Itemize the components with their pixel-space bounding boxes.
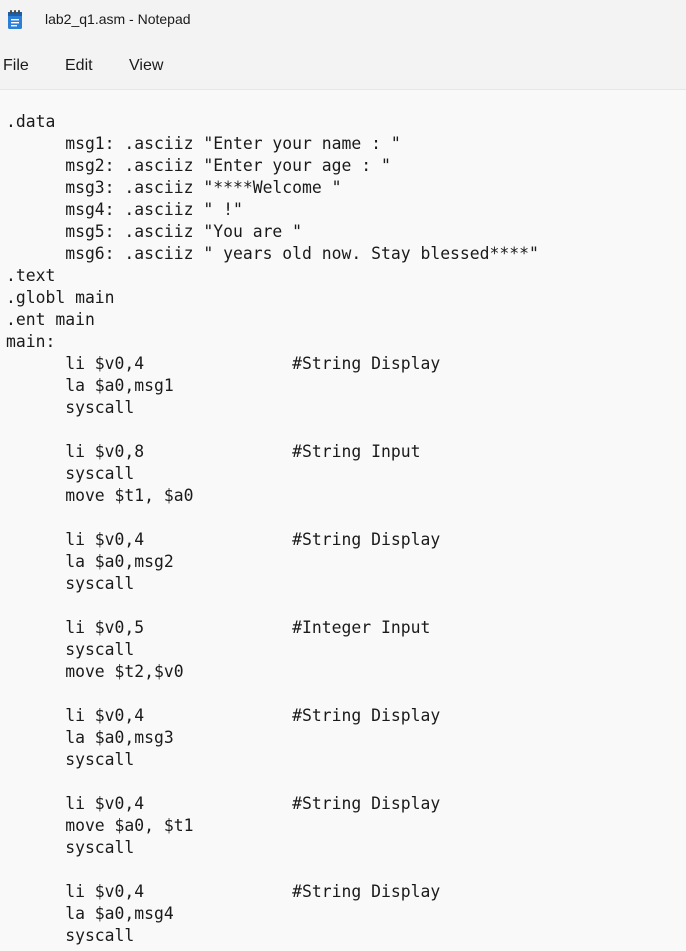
notepad-window: lab2_q1.asm - Notepad File Edit View .da… [0, 0, 686, 951]
text-editor[interactable]: .data msg1: .asciiz "Enter your name : "… [0, 90, 686, 951]
menu-file[interactable]: File [3, 57, 29, 75]
code-line: msg6: .asciiz " years old now. Stay bles… [6, 244, 539, 263]
editor-text: .data msg1: .asciiz "Enter your name : "… [6, 111, 539, 947]
code-line: move $a0, $t1 [6, 816, 194, 835]
code-line: msg4: .asciiz " !" [6, 200, 243, 219]
code-line: la $a0,msg2 [6, 552, 174, 571]
code-line: li $v0,4 #String Display [6, 354, 441, 373]
code-line: move $t1, $a0 [6, 486, 194, 505]
code-line: syscall [6, 574, 135, 593]
code-line: .ent main [6, 310, 95, 329]
code-line: li $v0,5 #Integer Input [6, 618, 431, 637]
menu-edit[interactable]: Edit [65, 57, 93, 75]
code-line: syscall [6, 750, 135, 769]
code-line: la $a0,msg4 [6, 904, 174, 923]
code-line: syscall [6, 640, 135, 659]
code-line: syscall [6, 926, 135, 945]
code-line: syscall [6, 398, 135, 417]
code-line: la $a0,msg3 [6, 728, 174, 747]
title-bar[interactable]: lab2_q1.asm - Notepad [0, 0, 686, 42]
code-line: li $v0,4 #String Display [6, 794, 441, 813]
code-line: li $v0,4 #String Display [6, 706, 441, 725]
code-line: li $v0,4 #String Display [6, 882, 441, 901]
code-line: li $v0,8 #String Input [6, 442, 421, 461]
code-line: msg2: .asciiz "Enter your age : " [6, 156, 391, 175]
code-line: syscall [6, 464, 135, 483]
code-line: .globl main [6, 288, 115, 307]
code-line: msg5: .asciiz "You are " [6, 222, 303, 241]
code-line: la $a0,msg1 [6, 376, 174, 395]
code-line: .data [6, 112, 56, 131]
code-line: msg1: .asciiz "Enter your name : " [6, 134, 401, 153]
code-line: main: [6, 332, 56, 351]
menu-view[interactable]: View [129, 57, 163, 75]
code-line: syscall [6, 838, 135, 857]
menu-bar: File Edit View [0, 42, 686, 90]
code-line: msg3: .asciiz "****Welcome " [6, 178, 342, 197]
code-line: li $v0,4 #String Display [6, 530, 441, 549]
window-title: lab2_q1.asm - Notepad [45, 11, 191, 27]
code-line: .text [6, 266, 56, 285]
notepad-icon [7, 10, 23, 30]
code-line: move $t2,$v0 [6, 662, 184, 681]
